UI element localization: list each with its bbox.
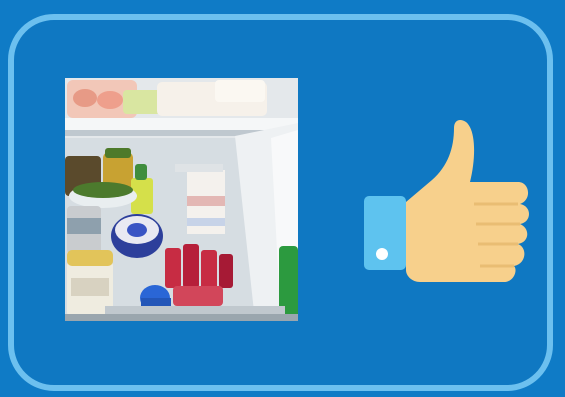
thumbs-up-icon (364, 120, 529, 282)
refrigerator-photo (65, 78, 298, 321)
screen (0, 0, 565, 397)
